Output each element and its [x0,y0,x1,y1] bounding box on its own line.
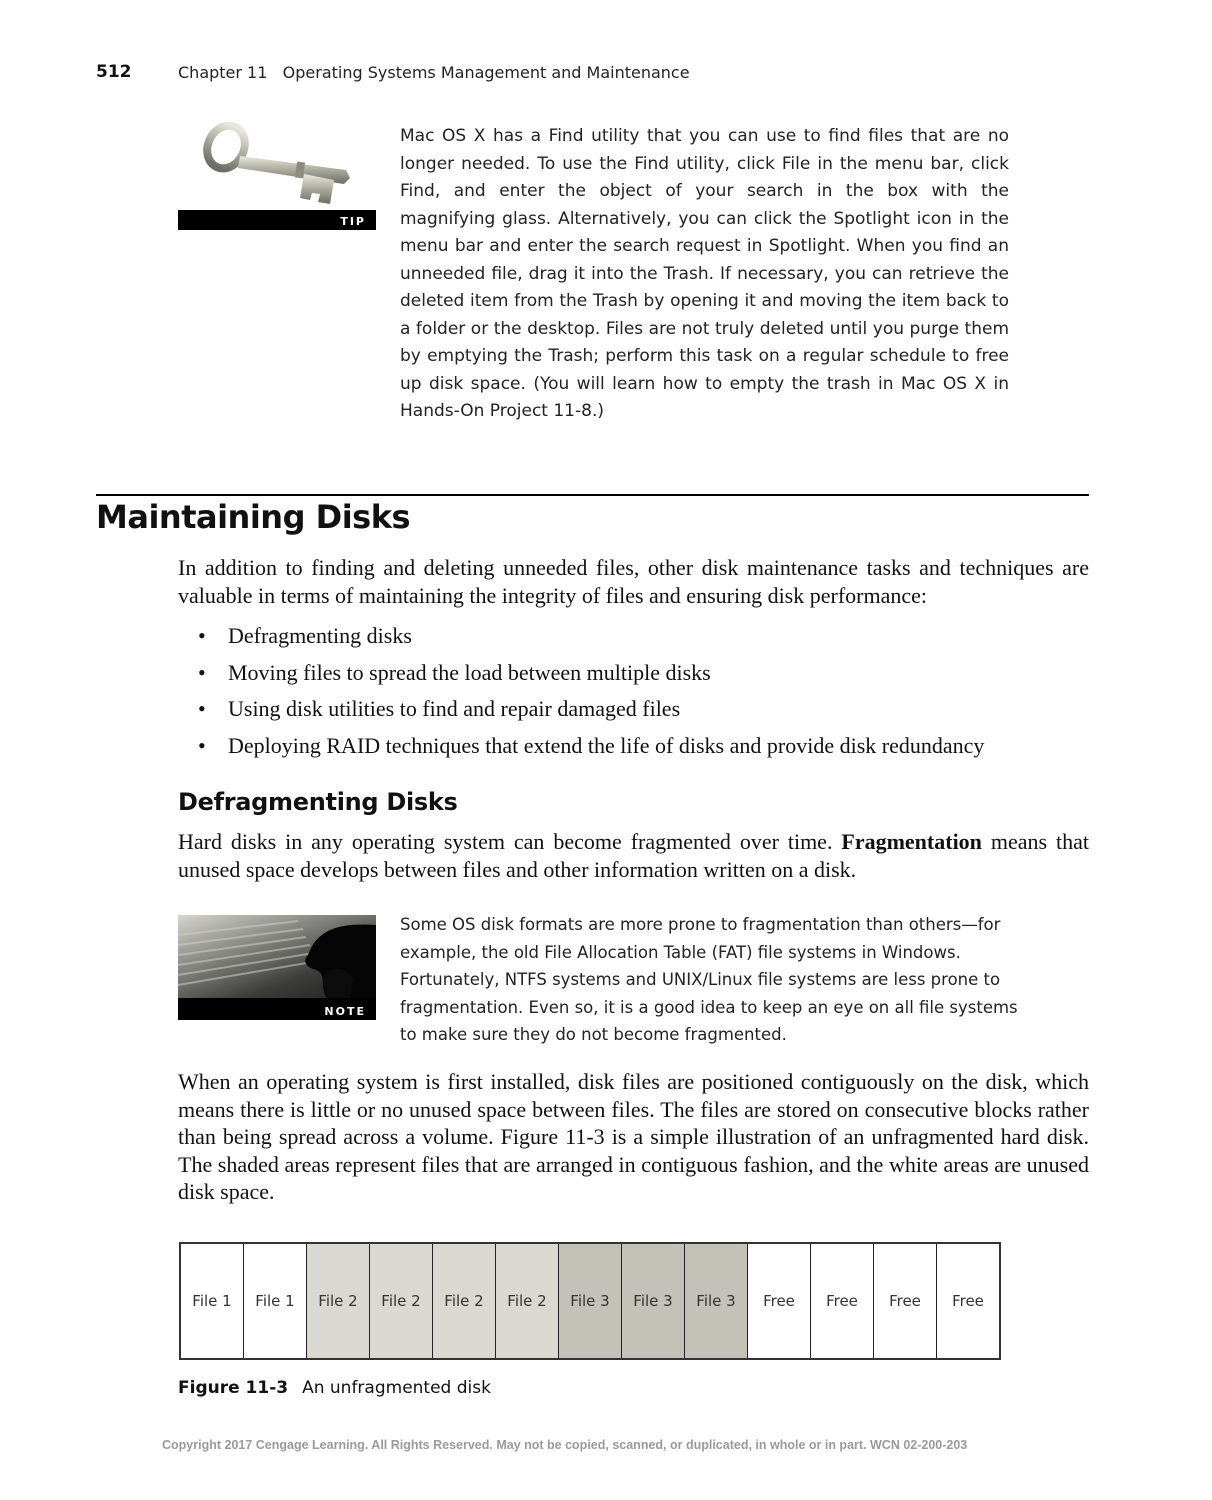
disk-block: File 1 [244,1244,307,1358]
bullet-icon: • [198,623,206,648]
figure-caption-text: An unfragmented disk [302,1378,491,1398]
note-badge-label: NOTE [324,1005,366,1018]
section-divider [96,494,1089,496]
tip-text: Mac OS X has a Find utility that you can… [400,126,1009,421]
key-term: Fragmentation [841,829,982,854]
disk-block: File 3 [622,1244,685,1358]
disk-block: Free [748,1244,811,1358]
disk-block: File 3 [559,1244,622,1358]
list-item: • Deploying RAID techniques that extend t… [178,731,1098,768]
note-callout-image: NOTE [178,915,376,1020]
maintenance-task-list: • Defragmenting disks • Moving files to sp… [178,621,1098,768]
page-number: 512 [96,62,132,82]
list-item: • Moving files to spread the load between… [178,658,1098,695]
key-icon [203,121,350,204]
disk-block: Free [811,1244,874,1358]
disk-block: File 2 [307,1244,370,1358]
bullet-icon: • [198,696,206,722]
disk-block: File 3 [685,1244,748,1358]
list-item: • Defragmenting disks [178,621,1098,658]
fragmentation-paragraph: Hard disks in any operating system can b… [178,829,1089,882]
section-title: Maintaining Disks [96,498,411,536]
chapter-title: Chapter 11 Operating Systems Management … [178,63,690,82]
disk-block: Free [874,1244,937,1358]
bullet-icon: • [198,733,206,759]
subsection-title: Defragmenting Disks [178,788,458,816]
tip-badge: TIP [178,210,376,230]
install-paragraph: When an operating system is first instal… [178,1069,1089,1204]
figure-number: Figure 11-3 [178,1378,289,1398]
disk-block: File 1 [181,1244,244,1358]
note-text: Some OS disk formats are more prone to f… [400,915,1018,1044]
tip-callout-image: TIP [178,120,376,230]
bullet-icon: • [198,659,206,685]
disk-block: File 2 [370,1244,433,1358]
tip-badge-label: TIP [340,215,366,228]
keyboard-hand-icon [178,920,376,1000]
disk-block: File 2 [433,1244,496,1358]
figure-caption: Figure 11-3 An unfragmented disk [178,1378,491,1398]
unfragmented-disk-figure: File 1 File 1 File 2 File 2 File 2 File 2 File… [179,1242,1001,1360]
list-item: • Using disk utilities to find and repair… [178,694,1098,731]
note-badge: NOTE [178,998,376,1020]
disk-block: Free [937,1244,999,1358]
disk-block: File 2 [496,1244,559,1358]
copyright-footer: Copyright 2017 Cengage Learning. All Rig… [162,1438,968,1452]
section-intro: In addition to finding and deleting unne… [178,555,1089,608]
